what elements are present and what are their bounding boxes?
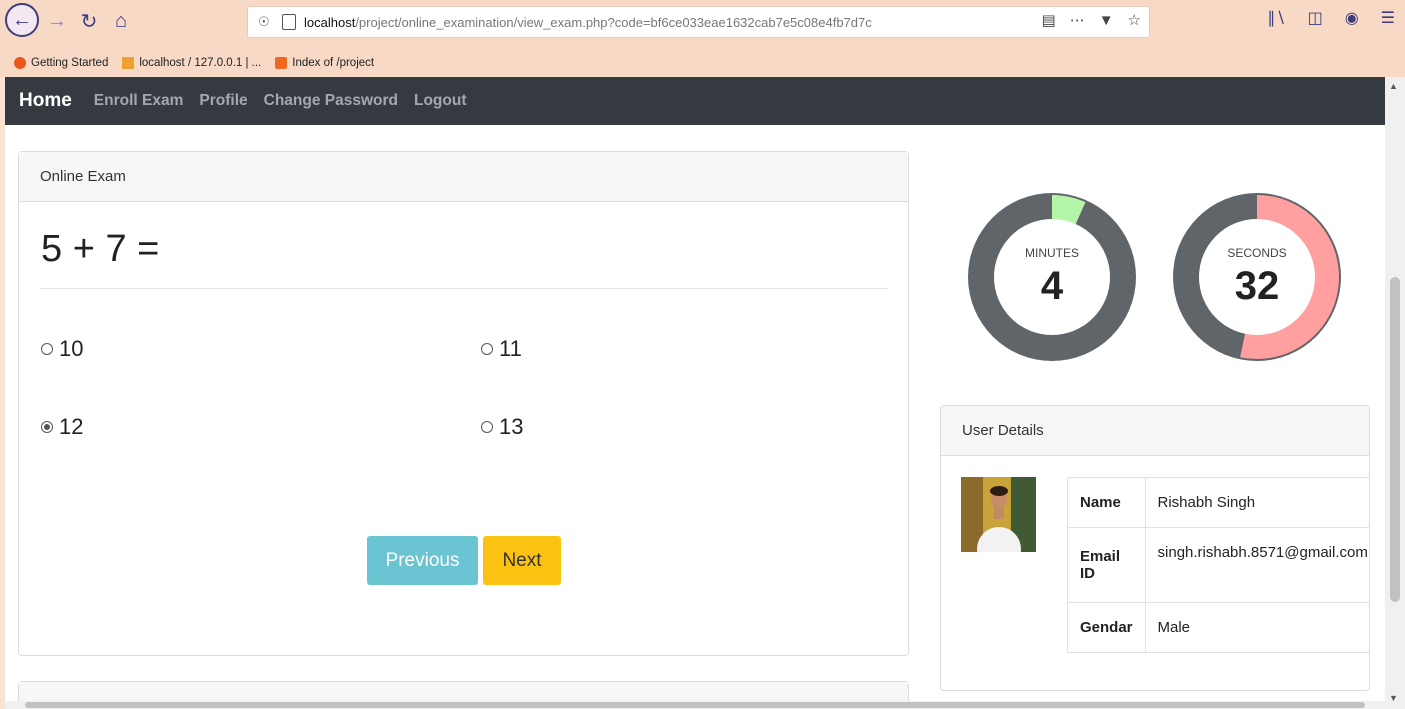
reload-button[interactable]: ↻ [78,6,100,36]
url-path: /project/online_examination/view_exam.ph… [355,14,872,30]
option-1[interactable]: 10 [41,336,83,362]
name-key: Name [1067,477,1146,528]
reader-mode-icon[interactable]: ▤ [1042,11,1056,29]
nav-change-password[interactable]: Change Password [264,92,398,110]
reload-icon: ↻ [80,10,98,33]
option-label: 12 [59,414,84,439]
option-radio[interactable] [41,343,53,355]
seconds-timer: SECONDS 32 [1172,192,1342,362]
sidebar-icon[interactable]: ◫ [1308,8,1323,28]
star-icon[interactable]: ☆ [1128,11,1141,29]
user-details-card: User Details Name Rishabh Singh Email ID… [940,405,1370,691]
table-row: Gendar Male [1067,602,1369,653]
exam-card-header: Online Exam [19,152,908,202]
bookmark-phpmyadmin[interactable]: localhost / 127.0.0.1 | ... [122,57,261,69]
pocket-icon[interactable]: ▼ [1099,12,1114,29]
option-radio-selected[interactable] [41,421,53,433]
option-3[interactable]: 12 [41,414,83,440]
question-text: 5 + 7 = [41,228,160,270]
xampp-icon [275,57,288,69]
arrow-right-icon: → [47,9,67,32]
option-2[interactable]: 11 [481,336,522,362]
user-details-table: Name Rishabh Singh Email ID singh.rishab… [1067,477,1369,653]
option-label: 10 [59,336,84,361]
phpmyadmin-icon [122,57,135,69]
account-icon[interactable]: ◉ [1345,8,1359,28]
gender-key: Gendar [1067,602,1146,653]
arrow-left-icon: ← [12,8,32,31]
bookmark-getting-started[interactable]: Getting Started [14,57,108,69]
firefox-icon [14,57,26,69]
gender-value: Male [1144,602,1369,653]
question-divider [41,288,888,289]
option-radio[interactable] [481,343,493,355]
email-key: Email ID [1067,527,1146,603]
next-button[interactable]: Next [483,536,561,585]
home-icon: ⌂ [114,9,128,32]
option-label: 13 [499,414,524,439]
minutes-value: 4 [1040,264,1064,308]
bookmark-label: Index of /project [292,57,375,69]
url-host: localhost [304,14,356,30]
nav-profile[interactable]: Profile [199,92,247,110]
app-navbar: Home Enroll Exam Profile Change Password… [5,77,1385,125]
scroll-down-icon[interactable]: ▼ [1389,693,1398,703]
bookmark-label: localhost / 127.0.0.1 | ... [139,57,262,69]
horizontal-scrollbar[interactable] [5,701,1385,709]
back-button[interactable]: ← [5,3,39,37]
menu-icon[interactable]: ☰ [1381,8,1395,28]
table-row: Name Rishabh Singh [1067,477,1369,528]
vertical-scrollbar[interactable]: ▲ ▼ [1385,77,1405,709]
user-photo [961,477,1036,552]
option-label: 11 [499,336,522,361]
nav-home[interactable]: Home [19,90,72,112]
scroll-up-icon[interactable]: ▲ [1389,81,1398,91]
option-radio[interactable] [481,421,493,433]
avatar [961,477,1036,552]
seconds-label: SECONDS [1227,246,1287,260]
minutes-label: MINUTES [1025,246,1079,260]
minutes-timer: MINUTES 4 [967,192,1137,362]
previous-button[interactable]: Previous [367,536,478,585]
nav-enroll-exam[interactable]: Enroll Exam [94,92,184,110]
name-value: Rishabh Singh [1144,477,1369,528]
option-4[interactable]: 13 [481,414,523,440]
seconds-value: 32 [1234,264,1280,308]
bookmark-label: Getting Started [31,57,109,69]
table-row: Email ID singh.rishabh.8571@gmail.com [1067,527,1369,603]
bookmark-index-project[interactable]: Index of /project [275,57,374,69]
home-button[interactable]: ⌂ [109,6,133,36]
page-icon [282,14,296,30]
exam-card: Online Exam 5 + 7 = 10 11 12 13 Previous… [18,151,909,656]
browser-chrome: ← → ↻ ⌂ ☉ localhost/project/online_exami… [0,0,1405,77]
bookmarks-bar: Getting Started localhost / 127.0.0.1 | … [0,52,374,74]
url-bar[interactable]: ☉ localhost/project/online_examination/v… [247,6,1150,38]
forward-button[interactable]: → [46,6,68,36]
shield-icon: ☉ [258,14,270,29]
more-actions-icon[interactable]: ⋯ [1070,11,1085,29]
horizontal-scroll-thumb[interactable] [25,702,1365,708]
library-icon[interactable]: ∥∖ [1267,8,1285,28]
page-content: Online Exam 5 + 7 = 10 11 12 13 Previous… [5,125,1385,705]
user-details-header: User Details [941,406,1369,456]
vertical-scroll-thumb[interactable] [1390,277,1400,602]
email-value: singh.rishabh.8571@gmail.com [1144,527,1369,603]
nav-logout[interactable]: Logout [414,92,467,110]
